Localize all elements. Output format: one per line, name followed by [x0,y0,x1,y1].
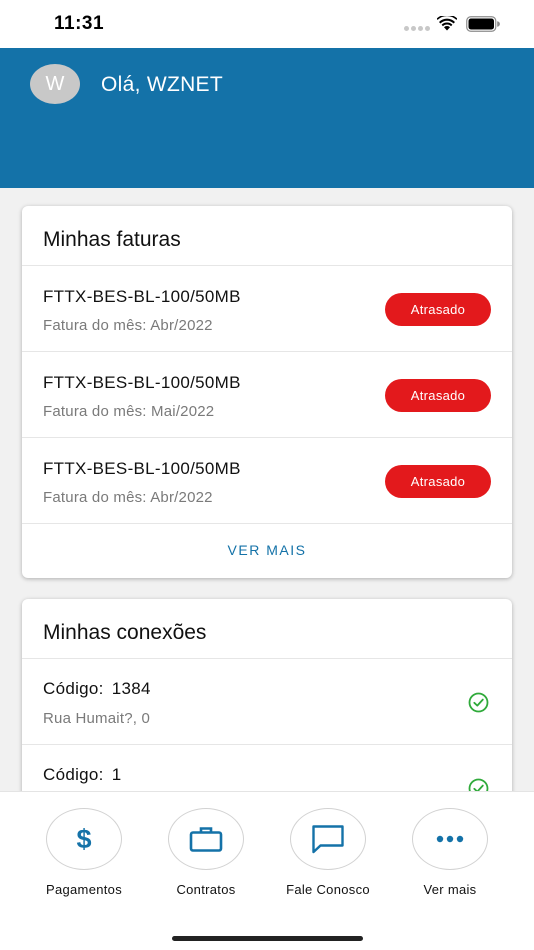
tab-ver-mais[interactable]: Ver mais [390,808,510,903]
signal-dots-icon [404,26,430,32]
invoice-plan-name: FTTX-BES-BL-100/50MB [43,459,241,478]
invoice-row[interactable]: FTTX-BES-BL-100/50MB Fatura do mês: Abr/… [22,266,512,352]
invoices-title: Minhas faturas [22,206,512,266]
invoice-row[interactable]: FTTX-BES-BL-100/50MB Fatura do mês: Abr/… [22,438,512,524]
tab-label: Ver mais [423,882,477,897]
tab-label: Fale Conosco [286,882,370,897]
invoice-month: Fatura do mês: Mai/2022 [43,403,215,420]
connection-code-label: Código: [43,765,104,784]
connection-address: Rua Humait?, 0 [43,710,151,727]
connection-code: Código: 1 [43,765,121,785]
greeting-text: Olá, WZNET [101,73,223,96]
connection-code-value: 1384 [111,679,151,698]
check-circle-icon [468,692,489,713]
status-badge: Atrasado [385,293,491,326]
bottom-tab-bar: $ Pagamentos Contratos Fale Conosco Ver … [0,791,534,916]
tab-icon-button[interactable] [290,808,366,870]
tab-label: Contratos [176,882,236,897]
wifi-icon [437,16,457,31]
app-header: W Olá, WZNET [0,48,534,188]
see-more-invoices-button[interactable]: VER MAIS [22,524,512,576]
tab-label: Pagamentos [46,882,122,897]
dollar-icon: $ [76,823,92,854]
home-indicator-area [0,916,534,950]
app-screen: 11:31 W Olá, WZNET Minhas faturas FTTX-B… [0,0,534,950]
chat-bubble-icon [312,825,344,854]
tab-icon-button[interactable] [168,808,244,870]
status-badge: Atrasado [385,465,491,498]
invoices-card: Minhas faturas FTTX-BES-BL-100/50MB Fatu… [22,206,512,578]
connection-code-label: Código: [43,679,104,698]
connections-card: Minhas conexões Código: 1384 Rua Humait?,… [22,599,512,799]
briefcase-icon [189,827,223,852]
tab-contratos[interactable]: Contratos [146,808,266,903]
tab-icon-button[interactable] [412,808,488,870]
invoice-month: Fatura do mês: Abr/2022 [43,489,213,506]
connection-code-value: 1 [111,765,122,784]
connections-title: Minhas conexões [22,599,512,659]
home-indicator[interactable] [172,936,363,941]
battery-icon [466,16,500,32]
status-bar: 11:31 [0,0,534,48]
connection-row[interactable]: Código: 1384 Rua Humait?, 0 [22,659,512,745]
tab-fale-conosco[interactable]: Fale Conosco [268,808,388,903]
tab-icon-button[interactable]: $ [46,808,122,870]
avatar[interactable]: W [30,64,80,104]
status-time: 11:31 [54,13,105,34]
invoice-plan-name: FTTX-BES-BL-100/50MB [43,287,241,306]
invoice-row[interactable]: FTTX-BES-BL-100/50MB Fatura do mês: Mai/… [22,352,512,438]
status-badge: Atrasado [385,379,491,412]
connection-code: Código: 1384 [43,679,151,699]
tab-pagamentos[interactable]: $ Pagamentos [24,808,144,903]
invoice-plan-name: FTTX-BES-BL-100/50MB [43,373,241,392]
more-dots-icon [436,835,464,843]
invoice-month: Fatura do mês: Abr/2022 [43,317,213,334]
